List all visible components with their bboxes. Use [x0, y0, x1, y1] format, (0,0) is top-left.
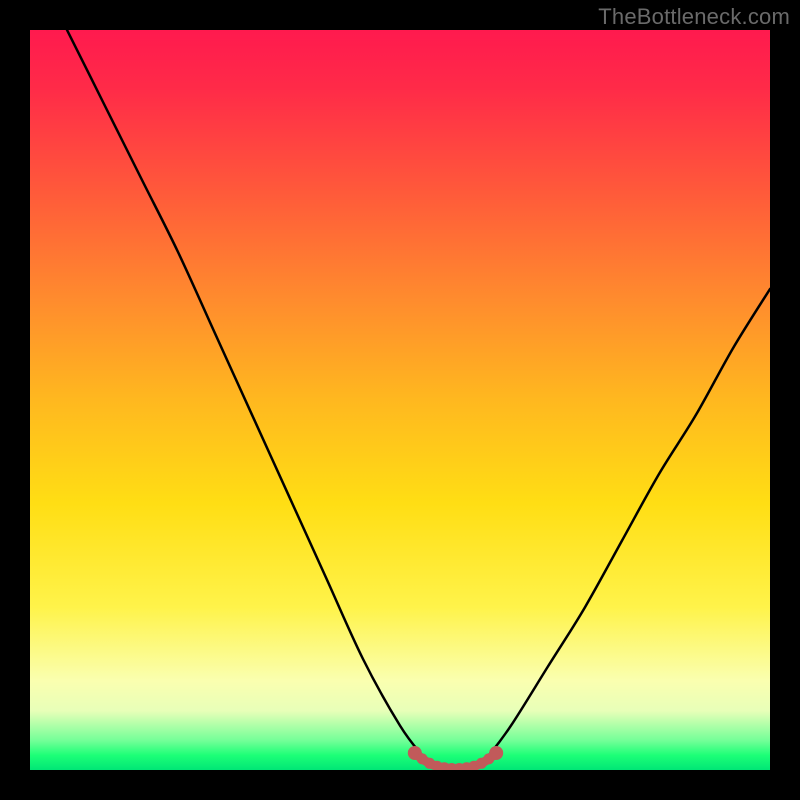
plot-area [30, 30, 770, 770]
chart-frame: TheBottleneck.com [0, 0, 800, 800]
bottleneck-curve-path [67, 30, 770, 770]
optimal-range-dot [489, 746, 503, 760]
curve-svg [30, 30, 770, 770]
optimal-range-dots [408, 746, 503, 770]
watermark-text: TheBottleneck.com [598, 4, 790, 30]
bottleneck-curve [67, 30, 770, 770]
